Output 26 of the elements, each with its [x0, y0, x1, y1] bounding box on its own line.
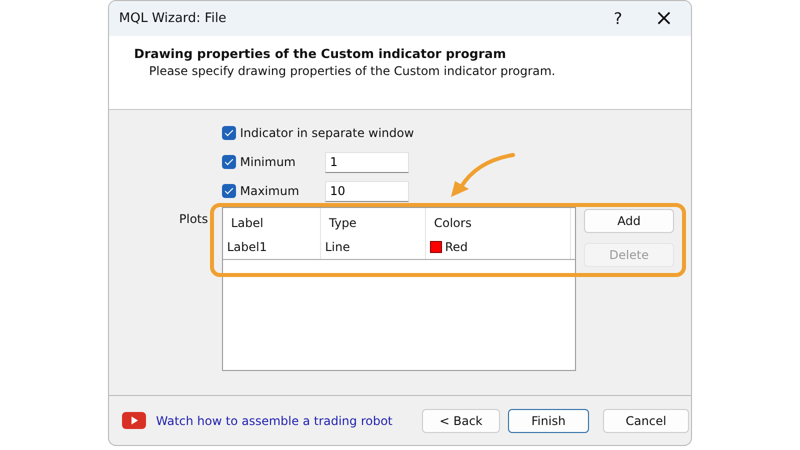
checkbox-label: Indicator in separate window	[240, 126, 414, 140]
wizard-button[interactable]: Cancel	[603, 408, 689, 432]
table-cell: Label1	[223, 237, 321, 259]
window-title: MQL Wizard: File	[119, 11, 226, 26]
checkbox-label: Minimum	[240, 155, 297, 169]
column-header[interactable]: Colors	[426, 208, 571, 237]
checkbox[interactable]	[222, 184, 236, 198]
column-header[interactable]: Type	[321, 208, 426, 237]
wizard-button[interactable]: < Back	[422, 408, 500, 432]
value-field[interactable]: 10	[325, 180, 409, 202]
value-field[interactable]: 1	[325, 152, 409, 172]
page-description: Please specify drawing properties of the Custom indicator program.	[149, 64, 556, 78]
close-button[interactable]: ×	[641, 2, 687, 36]
wizard-button[interactable]: Finish	[508, 408, 589, 432]
column-header[interactable]: Label	[223, 208, 321, 237]
color-name: Red	[445, 240, 468, 254]
checkbox-label: Maximum	[240, 184, 300, 198]
video-play-icon[interactable]	[122, 412, 146, 429]
checkbox[interactable]	[222, 126, 236, 140]
tutorial-link[interactable]: Watch how to assemble a trading robot	[156, 414, 393, 428]
checkbox[interactable]	[222, 155, 236, 169]
plots-label: Plots	[178, 211, 208, 228]
plot-button[interactable]: Add	[584, 209, 674, 233]
table-cell: Line	[321, 237, 426, 259]
help-button[interactable]: ?	[595, 2, 641, 36]
page-heading: Drawing properties of the Custom indicator program	[134, 46, 507, 61]
